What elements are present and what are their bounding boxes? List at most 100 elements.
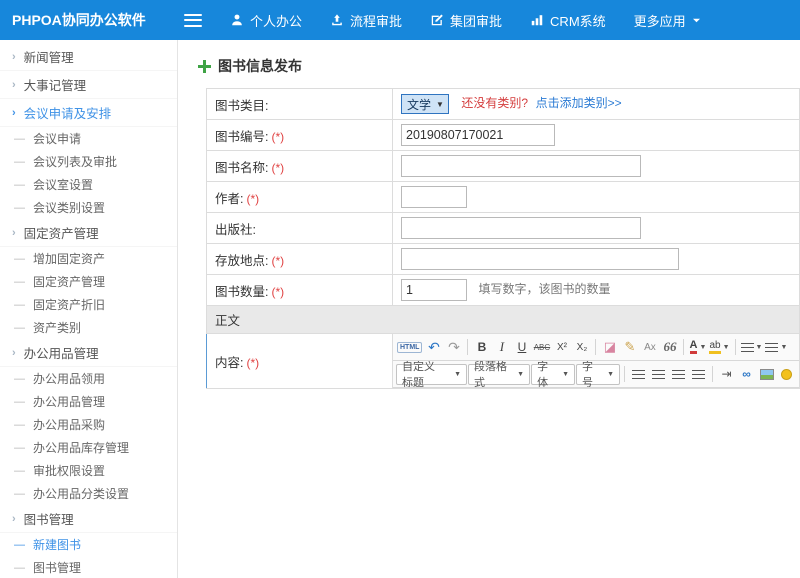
link-button[interactable]: ∞: [737, 364, 756, 384]
sidebar-item[interactable]: —图书管理: [0, 556, 177, 578]
undo-button[interactable]: ↶: [424, 337, 443, 357]
sidebar-item[interactable]: —办公用品库存管理: [0, 436, 177, 459]
sidebar-item[interactable]: —增加固定资产: [0, 247, 177, 270]
indent-button[interactable]: ⇥: [717, 364, 736, 384]
blockquote-button[interactable]: 66: [660, 337, 679, 357]
sidebar-item-label: 办公用品库存管理: [33, 439, 129, 456]
unordered-list-button[interactable]: ▼: [740, 337, 764, 357]
eraser-button[interactable]: ◪: [600, 337, 619, 357]
sidebar-item[interactable]: —会议申请: [0, 127, 177, 150]
section-title: 正文: [207, 306, 800, 334]
italic-button[interactable]: I: [492, 337, 511, 357]
dash-icon: —: [14, 179, 25, 191]
toolbar-separator: [595, 339, 596, 355]
form-row-book-no: 图书编号:(*): [207, 120, 800, 151]
font-size-select[interactable]: 字号▼: [576, 364, 620, 385]
ordered-list-button[interactable]: ▼: [764, 337, 788, 357]
field-label: 图书编号:: [215, 130, 268, 144]
book-form: 图书类目: 文学 还没有类别? 点击添加类别>> 图书编号:(*) 图书名称:(…: [206, 88, 800, 389]
dash-icon: —: [14, 373, 25, 385]
toolbar-separator: [624, 366, 625, 382]
align-justify-button[interactable]: [689, 364, 708, 384]
sidebar-item[interactable]: —办公用品管理: [0, 390, 177, 413]
dash-icon: —: [14, 488, 25, 500]
dash-icon: —: [14, 276, 25, 288]
page-layout: ›新闻管理›大事记管理›会议申请及安排—会议申请—会议列表及审批—会议室设置—会…: [0, 40, 800, 578]
quantity-input[interactable]: [401, 279, 467, 301]
removeformat-button[interactable]: Ax: [640, 337, 659, 357]
sidebar-item[interactable]: —新建图书: [0, 533, 177, 556]
publisher-input[interactable]: [401, 217, 641, 239]
add-category-link[interactable]: 点击添加类别>>: [536, 96, 622, 110]
form-row-content: 内容:(*) HTML↶↷BIUABCX²X₂◪✎Ax66A▼ab▼▼▼ 自定义…: [207, 334, 800, 389]
sidebar-item[interactable]: — 办公用品分类设置: [0, 482, 177, 505]
sidebar-item[interactable]: —固定资产折旧: [0, 293, 177, 316]
subscript-button[interactable]: X₂: [572, 337, 591, 357]
sidebar-item[interactable]: —资产类别: [0, 316, 177, 339]
chevron-down-icon: [692, 17, 701, 24]
superscript-button[interactable]: X²: [552, 337, 571, 357]
nav-label: CRM系统: [550, 11, 606, 30]
sidebar-item[interactable]: ›大事记管理: [0, 71, 177, 99]
emoticon-button[interactable]: [777, 364, 796, 384]
author-input[interactable]: [401, 186, 467, 208]
formatbrush-button[interactable]: ✎: [620, 337, 639, 357]
align-center-button[interactable]: [649, 364, 668, 384]
sidebar-item[interactable]: —会议类别设置: [0, 196, 177, 219]
book-no-input[interactable]: [401, 124, 555, 146]
sidebar-item[interactable]: ›固定资产管理: [0, 219, 177, 247]
image-button[interactable]: [757, 364, 776, 384]
category-select[interactable]: 文学: [401, 94, 449, 114]
sidebar-item[interactable]: ›会议申请及安排: [0, 99, 177, 127]
dash-icon: —: [14, 539, 25, 551]
sidebar-item[interactable]: —会议列表及审批: [0, 150, 177, 173]
arrow-icon: ›: [12, 347, 16, 359]
paragraph-format-select[interactable]: 段落格式▼: [468, 364, 530, 385]
field-label: 图书数量:: [215, 285, 268, 299]
required-mark: (*): [246, 356, 259, 370]
sidebar-item-label: 办公用品分类设置: [33, 485, 129, 502]
sidebar-item-label: 资产类别: [33, 319, 81, 336]
forecolor-button[interactable]: A▼: [688, 337, 707, 357]
sidebar-item[interactable]: ›图书管理: [0, 505, 177, 533]
required-mark: (*): [271, 254, 284, 268]
underline-button[interactable]: U: [512, 337, 531, 357]
sidebar-item[interactable]: ›新闻管理: [0, 43, 177, 71]
sidebar-item[interactable]: —会议室设置: [0, 173, 177, 196]
book-name-input[interactable]: [401, 155, 641, 177]
toolbar-separator: [683, 339, 684, 355]
menu-icon[interactable]: [184, 14, 202, 27]
required-mark: (*): [271, 161, 284, 175]
nav-crm-system[interactable]: CRM系统: [530, 11, 606, 30]
sidebar-item-label: 会议类别设置: [33, 199, 105, 216]
sidebar-item-label: 新闻管理: [24, 47, 74, 66]
location-input[interactable]: [401, 248, 679, 270]
required-mark: (*): [246, 192, 259, 206]
field-label: 存放地点:: [215, 254, 268, 268]
nav-more-apps[interactable]: 更多应用: [634, 11, 701, 30]
sidebar-item[interactable]: —固定资产管理: [0, 270, 177, 293]
redo-button[interactable]: ↷: [444, 337, 463, 357]
html-source-button[interactable]: HTML: [396, 337, 423, 357]
align-left-button[interactable]: [629, 364, 648, 384]
dash-icon: —: [14, 253, 25, 265]
sidebar-item[interactable]: ›办公用品管理: [0, 339, 177, 367]
align-right-button[interactable]: [669, 364, 688, 384]
sidebar-item[interactable]: —办公用品采购: [0, 413, 177, 436]
sidebar-item-label: 固定资产管理: [24, 223, 99, 242]
sidebar-item[interactable]: —办公用品领用: [0, 367, 177, 390]
font-family-select[interactable]: 字体▼: [531, 364, 575, 385]
required-mark: (*): [271, 285, 284, 299]
nav-group-approval[interactable]: 集团审批: [430, 11, 502, 30]
form-row-author: 作者:(*): [207, 182, 800, 213]
page-title: 图书信息发布: [218, 56, 302, 76]
nav-process-approval[interactable]: 流程审批: [330, 11, 402, 30]
sidebar-item-label: 办公用品采购: [33, 416, 105, 433]
backcolor-button[interactable]: ab▼: [708, 337, 730, 357]
strikethrough-button[interactable]: ABC: [532, 337, 551, 357]
sidebar-item[interactable]: —审批权限设置: [0, 459, 177, 482]
nav-personal-office[interactable]: 个人办公: [230, 11, 302, 30]
custom-title-select[interactable]: 自定义标题▼: [396, 364, 467, 385]
bold-button[interactable]: B: [472, 337, 491, 357]
sidebar-item-label: 会议列表及审批: [33, 153, 117, 170]
